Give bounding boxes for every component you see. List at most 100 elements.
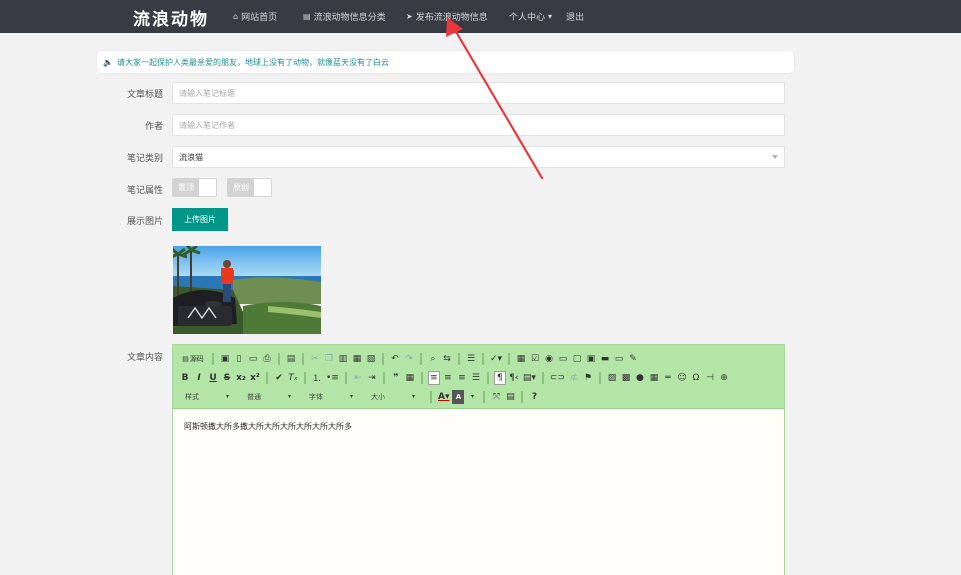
- language-icon[interactable]: ▤▾: [522, 371, 537, 385]
- nav-personal-center[interactable]: 个人中心 ▾: [509, 10, 552, 23]
- special-char-icon[interactable]: Ω: [690, 371, 702, 385]
- print-icon[interactable]: ⎙: [261, 352, 273, 366]
- caret-down-icon: ▾: [349, 393, 353, 400]
- template-icon[interactable]: ▤: [285, 352, 297, 366]
- original-toggle[interactable]: 原创: [227, 178, 272, 197]
- nav-publish[interactable]: ➤ 发布流浪动物信息: [406, 10, 488, 23]
- maximize-icon[interactable]: ⤧: [490, 390, 502, 404]
- media-icon[interactable]: ●: [634, 371, 646, 385]
- bullet-list-icon[interactable]: •≡: [325, 371, 340, 385]
- help-icon[interactable]: ?: [528, 390, 540, 404]
- radio-icon[interactable]: ◉: [543, 352, 555, 366]
- undo-icon[interactable]: ↶: [389, 352, 401, 366]
- image-icon[interactable]: ▨: [606, 371, 618, 385]
- find-icon[interactable]: ⌕: [427, 352, 439, 366]
- caret-down-icon: ▾: [225, 393, 229, 400]
- textarea-icon[interactable]: ▢: [571, 352, 583, 366]
- font-dropdown[interactable]: 字体 ▾: [303, 390, 357, 404]
- nav-publish-label: 发布流浪动物信息: [415, 13, 488, 23]
- unlink-icon[interactable]: ⊄: [568, 371, 580, 385]
- editor-toolbar: ▤源码 ▣ ▯ ▭ ⎙ ▤ ✂ ❐ ▥ ▦ ▧ ↶ ↷ ⌕ ⇆ ☰ ✓▾ ▦: [173, 345, 784, 409]
- style-dropdown[interactable]: 样式 ▾: [179, 390, 233, 404]
- toolbar-separator: [521, 390, 524, 403]
- editor-content[interactable]: 阿斯顿撒大所多撒大所大所大所大所大所大所多: [173, 409, 784, 444]
- numbered-list-icon[interactable]: ⒈: [311, 371, 323, 385]
- form-icon[interactable]: ▦: [515, 352, 527, 366]
- redo-icon[interactable]: ↷: [403, 352, 415, 366]
- select-field-icon[interactable]: ▣: [585, 352, 597, 366]
- horizontal-rule-icon[interactable]: ═: [662, 371, 674, 385]
- preview-icon[interactable]: ▭: [247, 352, 259, 366]
- copy-icon[interactable]: ❐: [323, 352, 335, 366]
- image-button-icon[interactable]: ▭: [613, 352, 625, 366]
- nav-category-label: 流浪动物信息分类: [313, 13, 386, 23]
- paste-text-icon[interactable]: ▦: [351, 352, 363, 366]
- toolbar-separator: [420, 371, 423, 384]
- select-all-icon[interactable]: ☰: [465, 352, 477, 366]
- underline-icon[interactable]: U: [207, 371, 219, 385]
- checkbox-icon[interactable]: ☑: [529, 352, 541, 366]
- nav-logout[interactable]: 退出: [566, 10, 584, 23]
- new-page-icon[interactable]: ▯: [233, 352, 245, 366]
- nav-logout-label: 退出: [566, 13, 585, 23]
- div-container-icon[interactable]: ▦: [404, 371, 416, 385]
- iframe-icon[interactable]: ⊕: [718, 371, 730, 385]
- nav-home[interactable]: ⌂ 网站首页: [233, 10, 277, 23]
- chevron-down-icon: [772, 155, 778, 159]
- superscript-icon[interactable]: x²: [249, 371, 261, 385]
- bg-color-icon[interactable]: A: [452, 389, 465, 404]
- title-input[interactable]: 请输入笔记标题: [172, 82, 785, 104]
- replace-icon[interactable]: ⇆: [441, 352, 453, 366]
- remove-format-icon[interactable]: Tₓ: [287, 371, 299, 385]
- align-center-icon[interactable]: ≡: [442, 371, 454, 385]
- show-blocks-icon[interactable]: ▤: [504, 390, 516, 404]
- author-input[interactable]: 请输入笔记作者: [172, 114, 785, 136]
- source-button[interactable]: ▤ 源码: [179, 352, 207, 366]
- paste-word-icon[interactable]: ▧: [365, 352, 377, 366]
- site-logo[interactable]: 流浪动物: [133, 5, 209, 30]
- file-icon: ▤: [182, 354, 189, 363]
- blockquote-icon[interactable]: ❞: [390, 371, 402, 385]
- pin-toggle[interactable]: 置顶: [172, 178, 217, 197]
- table-icon[interactable]: ▦: [648, 371, 660, 385]
- toolbar-separator: [266, 371, 268, 384]
- bold-icon[interactable]: B: [179, 371, 191, 385]
- indent-icon[interactable]: ⇥: [366, 371, 378, 385]
- rtl-icon[interactable]: ¶‹: [508, 371, 520, 385]
- copy-format-icon[interactable]: ✔: [273, 371, 285, 385]
- nav-category[interactable]: ▤ 流浪动物信息分类: [303, 10, 386, 23]
- text-color-icon[interactable]: A▾: [437, 390, 450, 404]
- save-icon[interactable]: ▣: [219, 352, 231, 366]
- align-right-icon[interactable]: ≡: [456, 371, 468, 385]
- format-dropdown[interactable]: 普通 ▾: [241, 390, 295, 404]
- source-label: 源码: [189, 354, 204, 363]
- pin-toggle-knob: [199, 179, 216, 196]
- size-dropdown[interactable]: 大小 ▾: [365, 390, 419, 404]
- upload-image-button[interactable]: 上传图片: [172, 208, 228, 231]
- category-select[interactable]: 流浪猫: [172, 146, 785, 168]
- toolbar-separator: [430, 390, 432, 403]
- italic-icon[interactable]: I: [193, 371, 205, 385]
- strike-icon[interactable]: S: [221, 371, 233, 385]
- link-icon[interactable]: ⊂⊃: [549, 371, 566, 385]
- anchor-icon[interactable]: ⚑: [582, 371, 594, 385]
- notice-bar: 🔈 请大家一起保护人类最亲爱的朋友，地球上没有了动物，就像蓝天没有了白云: [97, 51, 794, 73]
- toolbar-separator: [212, 352, 214, 365]
- cut-icon[interactable]: ✂: [309, 352, 321, 366]
- align-left-icon[interactable]: ≡: [427, 370, 440, 385]
- subscript-icon[interactable]: x₂: [235, 371, 247, 385]
- ltr-icon[interactable]: ¶: [493, 370, 506, 385]
- paste-icon[interactable]: ▥: [337, 352, 349, 366]
- spellcheck-icon[interactable]: ✓▾: [489, 352, 503, 366]
- toolbar-separator: [382, 371, 385, 384]
- textfield-icon[interactable]: ▭: [557, 352, 569, 366]
- size-dropdown-label: 大小: [371, 392, 385, 401]
- smiley-icon[interactable]: ☺: [676, 371, 688, 385]
- page-break-icon[interactable]: ⊣: [704, 371, 716, 385]
- hidden-field-icon[interactable]: ✎: [627, 352, 639, 366]
- bg-color-caret-icon[interactable]: ▾: [466, 390, 478, 404]
- align-justify-icon[interactable]: ☰: [470, 371, 482, 385]
- flash-icon[interactable]: ▩: [620, 371, 632, 385]
- button-field-icon[interactable]: ▬: [599, 352, 611, 366]
- outdent-icon[interactable]: ⇤: [352, 371, 364, 385]
